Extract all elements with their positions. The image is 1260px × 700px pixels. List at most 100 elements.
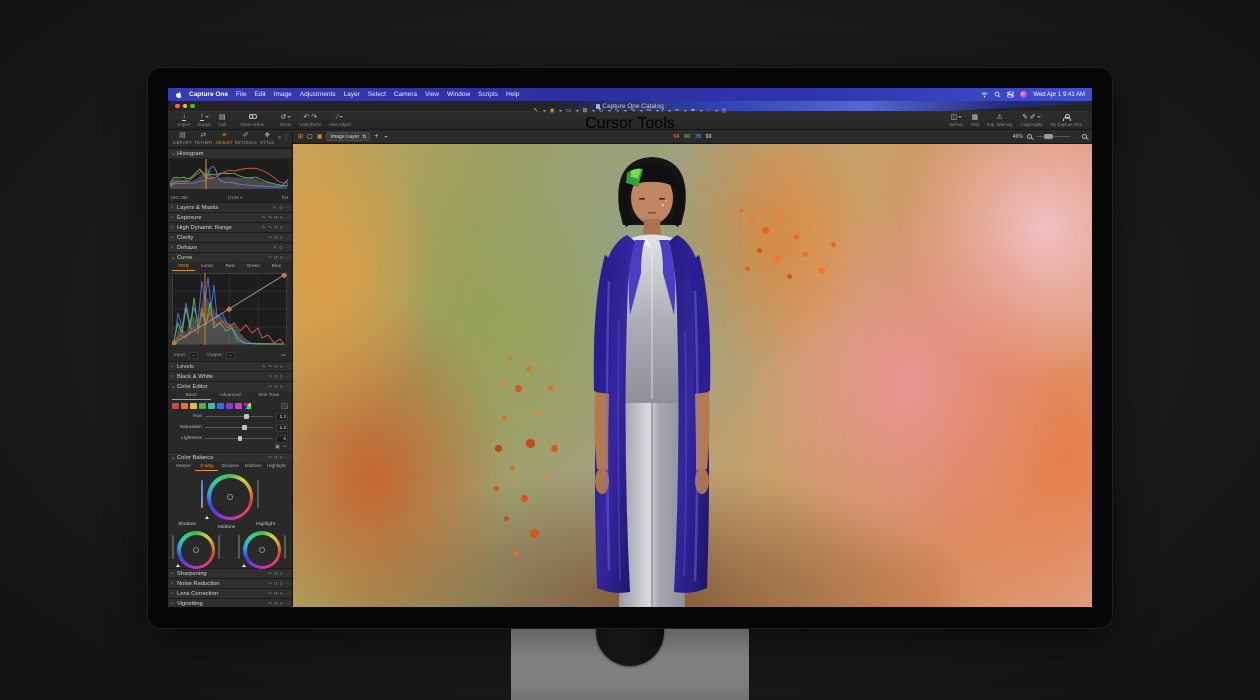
more-icon[interactable]: ⋯: [284, 374, 289, 379]
cb-tab-highlight[interactable]: Highlight: [265, 464, 288, 471]
zoom-slider[interactable]: [1036, 136, 1070, 138]
panel-sharpening[interactable]: › Sharpening ↷↺≡⋯: [168, 568, 292, 578]
view-selected-icon[interactable]: ▣: [275, 444, 280, 450]
copy-icon[interactable]: ↷: [268, 215, 272, 220]
brush-icon[interactable]: ✎: [262, 215, 266, 220]
presets-icon[interactable]: ≡: [280, 364, 283, 369]
reset-icon[interactable]: ↺: [274, 601, 278, 606]
swatch-aqua[interactable]: [208, 403, 215, 409]
panel-black-white[interactable]: › Black & White ↷↺≡⋯: [168, 371, 292, 381]
menu-item-app[interactable]: Capture One: [189, 91, 228, 98]
lightness-slider[interactable]: [205, 438, 273, 439]
reset-button[interactable]: ↺ Reset: [276, 111, 295, 129]
more-icon[interactable]: ⋯: [284, 205, 289, 210]
panel-histogram[interactable]: ⌄ Histogram ⋯: [168, 148, 292, 158]
saturation-value[interactable]: 2.3: [276, 424, 288, 432]
swatch-all-colors[interactable]: [244, 403, 251, 409]
menu-item-select[interactable]: Select: [368, 91, 386, 98]
reset-icon[interactable]: ↺: [279, 245, 283, 250]
menu-item-layer[interactable]: Layer: [344, 91, 360, 98]
more-icon[interactable]: ⋯: [284, 455, 289, 460]
reset-icon[interactable]: ↺: [274, 581, 278, 586]
shadow-marker[interactable]: [176, 564, 180, 567]
cb-tab-3way[interactable]: 3-Way: [195, 464, 218, 471]
chevron-down-icon[interactable]: [384, 136, 388, 138]
tab-retouch[interactable]: ✐ RETOUCH: [235, 132, 257, 145]
presets-icon[interactable]: ≡: [280, 374, 283, 379]
swatch-green[interactable]: [199, 403, 206, 409]
highlight-left-slider[interactable]: [238, 535, 240, 559]
presets-icon[interactable]: ≡: [280, 384, 283, 389]
more-icon[interactable]: ⋯: [284, 255, 289, 260]
copy-icon[interactable]: ↷: [268, 235, 272, 240]
panel-vignetting[interactable]: › Vignetting ↷↺≡⋯: [168, 598, 292, 607]
more-icon[interactable]: ⋯: [284, 591, 289, 596]
reset-icon[interactable]: ↺: [274, 215, 278, 220]
ce-tab-advanced[interactable]: Advanced: [211, 393, 250, 400]
midtone-right-slider[interactable]: [257, 480, 259, 508]
midtone-marker[interactable]: [205, 516, 209, 519]
presets-icon[interactable]: ≡: [280, 235, 283, 240]
menu-bar-clock[interactable]: Wed Apr 1 9:41 AM: [1033, 92, 1085, 98]
reset-icon[interactable]: ↺: [274, 591, 278, 596]
copy-icon[interactable]: ↷: [268, 255, 272, 260]
control-center-icon[interactable]: [1007, 91, 1014, 98]
presets-icon[interactable]: ≡: [280, 225, 283, 230]
auto-adjust-button[interactable]: ∕ Auto Adjust: [325, 111, 355, 129]
curve-tab-luma[interactable]: Luma: [195, 264, 218, 271]
reset-icon[interactable]: ↺: [274, 384, 278, 389]
more-icon[interactable]: ⋯: [284, 151, 289, 156]
panel-layers-masks[interactable]: › Layers & Masks ✎↺⋯: [168, 202, 292, 212]
presets-icon[interactable]: ≡: [280, 215, 283, 220]
panel-dehaze[interactable]: › Dehaze ↷↺⋯: [168, 242, 292, 252]
curve-tab-rgb[interactable]: RGB: [172, 264, 195, 271]
single-view-icon[interactable]: ▢: [307, 134, 313, 140]
cull-button[interactable]: ▤ Cull: [215, 111, 230, 129]
copy-icon[interactable]: ↷: [268, 364, 272, 369]
panel-levels[interactable]: › Levels ✎↷↺≡⋯: [168, 361, 292, 371]
my-capture-one-button[interactable]: My Capture One: [1046, 111, 1086, 129]
menu-item-window[interactable]: Window: [447, 91, 470, 98]
import-button[interactable]: ↓ Import: [174, 111, 194, 129]
share-online-button[interactable]: Share online: [236, 111, 268, 129]
shadow-right-slider[interactable]: [218, 535, 220, 559]
swatch-yellow[interactable]: [190, 403, 197, 409]
panel-curve[interactable]: ⌄ Curve ↷↺≡⋯: [168, 252, 292, 262]
add-layer-button[interactable]: +: [374, 133, 378, 140]
presets-icon[interactable]: ≡: [280, 601, 283, 606]
more-tabs-icon[interactable]: »: [278, 135, 281, 141]
zoom-out-icon[interactable]: [1027, 134, 1032, 139]
copy-icon[interactable]: ↷: [268, 591, 272, 596]
grid-button[interactable]: ▦ Grid: [967, 111, 983, 129]
tab-adjust[interactable]: ≡ ADJUST: [214, 132, 235, 145]
copy-icon[interactable]: ↷: [268, 581, 272, 586]
shadow-wheel[interactable]: [177, 531, 215, 569]
curve-picker-icon[interactable]: ✑: [281, 353, 286, 359]
more-icon[interactable]: ⋯: [284, 235, 289, 240]
more-icon[interactable]: ⋯: [284, 245, 289, 250]
more-icon[interactable]: ⋯: [284, 601, 289, 606]
reset-icon[interactable]: ↺: [274, 455, 278, 460]
menu-item-edit[interactable]: Edit: [255, 91, 266, 98]
panel-high-dynamic-range[interactable]: › High Dynamic Range ✎↷↺≡⋯: [168, 222, 292, 232]
ce-tab-basic[interactable]: Basic: [172, 393, 211, 400]
panel-color-editor[interactable]: ⌄ Color Editor ↷↺≡⋯: [168, 381, 292, 391]
saturation-slider[interactable]: [205, 427, 273, 428]
multi-view-icon[interactable]: ⊞: [298, 134, 303, 140]
hue-value[interactable]: 2.2: [276, 413, 288, 421]
hue-slider[interactable]: [205, 416, 273, 417]
copy-icon[interactable]: ↷: [268, 225, 272, 230]
ce-tab-skin-tone[interactable]: Skin Tone: [249, 393, 288, 400]
tab-library[interactable]: ▤ LIBRARY: [172, 132, 193, 145]
reset-icon[interactable]: ↺: [274, 364, 278, 369]
more-icon[interactable]: ⋯: [284, 215, 289, 220]
swatch-purple[interactable]: [226, 403, 233, 409]
copy-icon[interactable]: ↷: [268, 374, 272, 379]
reset-icon[interactable]: ↺: [279, 205, 283, 210]
export-button[interactable]: ↑ Export: [194, 111, 214, 129]
curve-output-value[interactable]: --: [226, 352, 235, 359]
more-icon[interactable]: ⋯: [284, 581, 289, 586]
cb-tab-midtone[interactable]: Midtone: [242, 464, 265, 471]
brush-icon[interactable]: ✎: [262, 225, 266, 230]
highlight-wheel[interactable]: [243, 531, 281, 569]
